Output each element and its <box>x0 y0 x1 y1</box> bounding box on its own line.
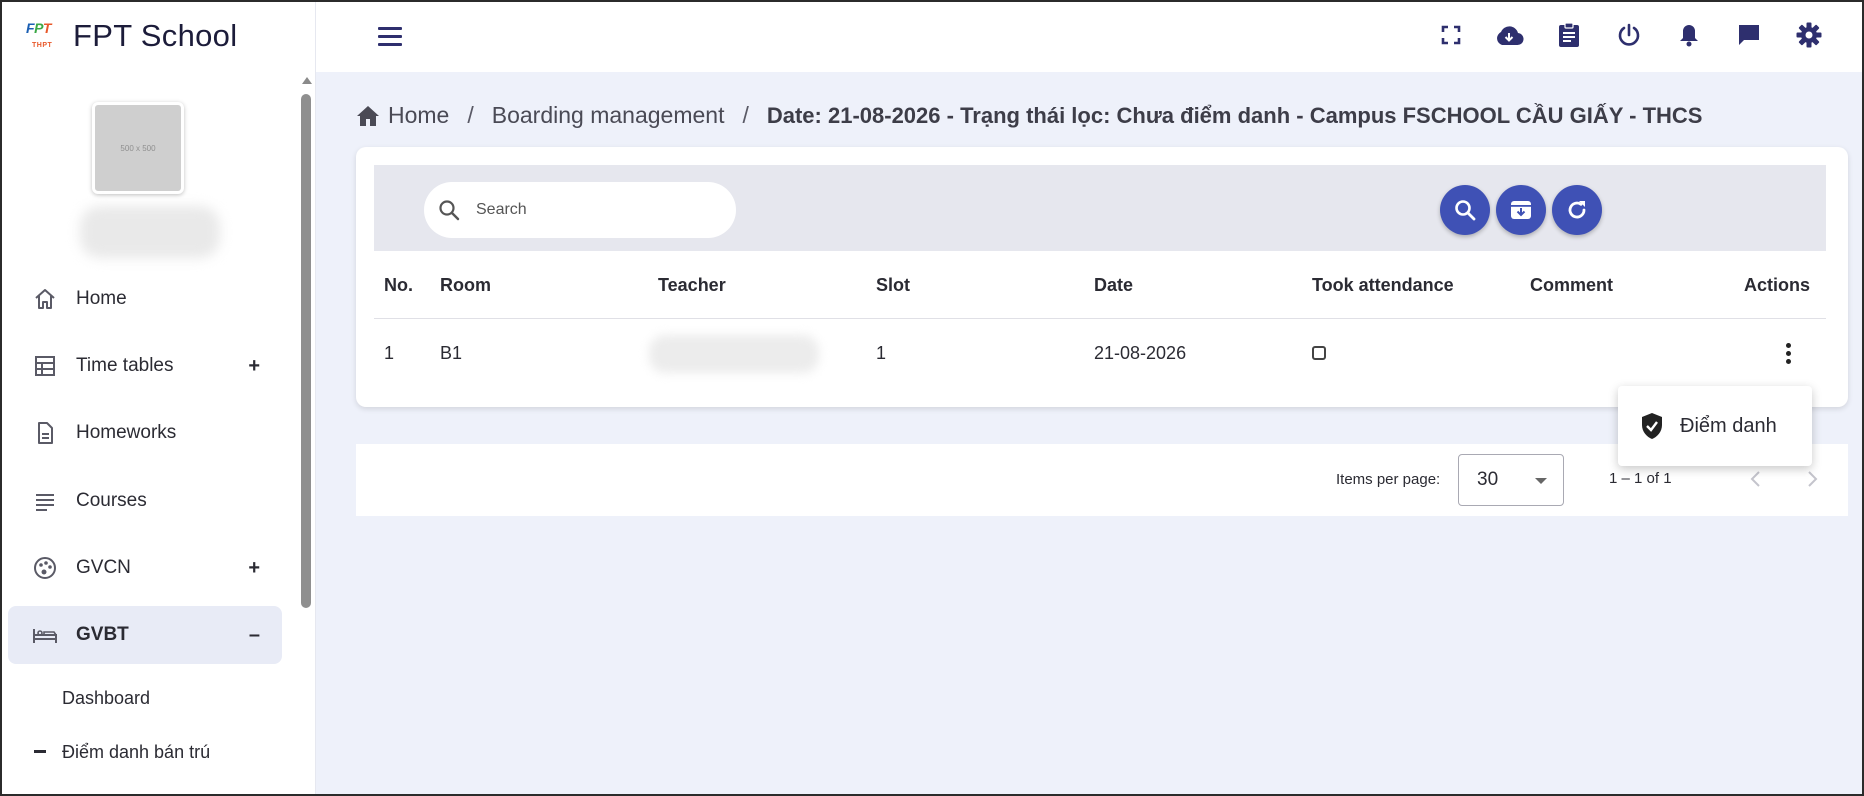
settings-icon[interactable] <box>1792 18 1826 52</box>
col-header-room[interactable]: Room <box>440 251 491 319</box>
table-row: 1 B1 1 21-08-2026 <box>374 319 1826 387</box>
refresh-icon <box>1566 199 1588 221</box>
table-toolbar <box>374 165 1826 251</box>
table-icon <box>32 353 58 379</box>
active-marker <box>34 750 46 753</box>
sidebar: FPT THPT FPT School 500 x 500 Home Time … <box>2 2 316 794</box>
fullscreen-icon[interactable] <box>1434 18 1468 52</box>
cloud-download-icon[interactable] <box>1492 18 1526 52</box>
archive-icon <box>1510 199 1532 221</box>
app-frame: FPT THPT FPT School 500 x 500 Home Time … <box>2 2 1862 794</box>
sidebar-item-time-tables[interactable]: Time tables + <box>8 337 282 395</box>
bell-icon[interactable] <box>1672 18 1706 52</box>
page-range: 1 – 1 of 1 <box>1609 470 1672 487</box>
sidebar-item-label: GVCN <box>76 557 131 578</box>
sidebar-item-label: Home <box>76 288 127 309</box>
palette-icon <box>32 555 58 581</box>
chevron-right-icon <box>1807 470 1819 488</box>
clipboard-icon[interactable] <box>1552 18 1586 52</box>
breadcrumb-section[interactable]: Boarding management <box>492 102 725 129</box>
col-header-no[interactable]: No. <box>384 251 413 319</box>
home-icon <box>32 286 58 312</box>
caret-down-icon <box>1535 478 1547 484</box>
cell-no: 1 <box>384 342 395 363</box>
avatar[interactable]: 500 x 500 <box>92 102 184 194</box>
breadcrumb-separator: / <box>742 102 749 128</box>
menu-toggle-button[interactable] <box>378 22 406 50</box>
chevron-left-icon <box>1749 470 1761 488</box>
expand-icon[interactable]: + <box>248 557 260 580</box>
sidebar-item-label: Homeworks <box>76 422 177 443</box>
breadcrumb-separator: / <box>467 102 474 128</box>
sidebar-scrollbar[interactable] <box>301 94 311 608</box>
search-input[interactable] <box>476 201 696 219</box>
sidebar-subitem-dashboard[interactable]: Dashboard <box>62 688 150 709</box>
sidebar-subitem-diem-danh-ban-tru[interactable]: Điểm danh bán trú <box>62 742 210 763</box>
cell-date: 21-08-2026 <box>1094 342 1187 363</box>
power-icon[interactable] <box>1612 18 1646 52</box>
collapse-icon[interactable]: – <box>249 624 260 647</box>
search-button[interactable] <box>1440 185 1490 235</box>
expand-icon[interactable]: + <box>248 355 260 378</box>
sidebar-item-courses[interactable]: Courses <box>8 472 282 530</box>
sidebar-item-label: Time tables <box>76 355 174 376</box>
app-title: FPT School <box>73 18 238 53</box>
cell-room: B1 <box>440 342 463 363</box>
search-icon <box>1454 199 1476 221</box>
col-header-date[interactable]: Date <box>1094 251 1133 319</box>
previous-page-button[interactable] <box>1742 466 1768 492</box>
boarding-card: No. Room Teacher Slot Date Took attendan… <box>356 147 1848 407</box>
sidebar-item-homeworks[interactable]: Homeworks <box>8 404 282 462</box>
row-actions-menu: Điểm danh <box>1618 386 1812 466</box>
sidebar-item-home[interactable]: Home <box>8 270 282 328</box>
more-vert-icon <box>1778 342 1798 364</box>
took-attendance-checkbox[interactable] <box>1312 346 1326 360</box>
top-header <box>316 2 1862 72</box>
col-header-took-attendance[interactable]: Took attendance <box>1312 251 1454 319</box>
sidebar-item-label: Courses <box>76 490 147 511</box>
chat-icon[interactable] <box>1732 18 1766 52</box>
cell-slot: 1 <box>876 342 887 363</box>
cell-took-attendance <box>1312 319 1326 387</box>
shield-check-icon <box>1640 412 1664 440</box>
search-box[interactable] <box>424 182 736 238</box>
user-name-blurred <box>80 206 220 258</box>
scroll-up-arrow[interactable] <box>302 77 312 84</box>
fpt-logo: FPT THPT <box>26 20 53 49</box>
breadcrumb: Home / Boarding management / Date: 21-08… <box>356 102 1702 129</box>
bed-icon <box>32 622 58 648</box>
home-icon[interactable] <box>356 105 380 127</box>
refresh-button[interactable] <box>1552 185 1602 235</box>
col-header-comment[interactable]: Comment <box>1530 251 1613 319</box>
menu-item-diem-danh[interactable]: Điểm danh <box>1680 415 1777 438</box>
items-per-page-label: Items per page: <box>1336 471 1441 488</box>
row-actions-button[interactable] <box>1778 319 1798 387</box>
search-icon <box>438 199 460 221</box>
document-icon <box>32 420 58 446</box>
lines-icon <box>32 488 58 514</box>
table-header: No. Room Teacher Slot Date Took attendan… <box>374 251 1826 319</box>
col-header-actions: Actions <box>1744 274 1811 295</box>
page-size-value: 30 <box>1477 469 1499 490</box>
boarding-table: No. Room Teacher Slot Date Took attendan… <box>374 251 1826 387</box>
sidebar-item-label: GVBT <box>76 624 129 645</box>
breadcrumb-home[interactable]: Home <box>388 102 449 129</box>
next-page-button[interactable] <box>1800 466 1826 492</box>
page-size-select[interactable]: 30 <box>1458 454 1564 506</box>
cell-teacher-blurred <box>649 335 819 373</box>
breadcrumb-current: Date: 21-08-2026 - Trạng thái lọc: Chưa … <box>766 102 1703 128</box>
brand[interactable]: FPT THPT FPT School <box>24 12 237 60</box>
sidebar-item-gvcn[interactable]: GVCN + <box>8 539 282 597</box>
col-header-teacher[interactable]: Teacher <box>658 251 726 319</box>
col-header-slot[interactable]: Slot <box>876 251 910 319</box>
archive-button[interactable] <box>1496 185 1546 235</box>
sidebar-item-gvbt[interactable]: GVBT – <box>8 606 282 664</box>
